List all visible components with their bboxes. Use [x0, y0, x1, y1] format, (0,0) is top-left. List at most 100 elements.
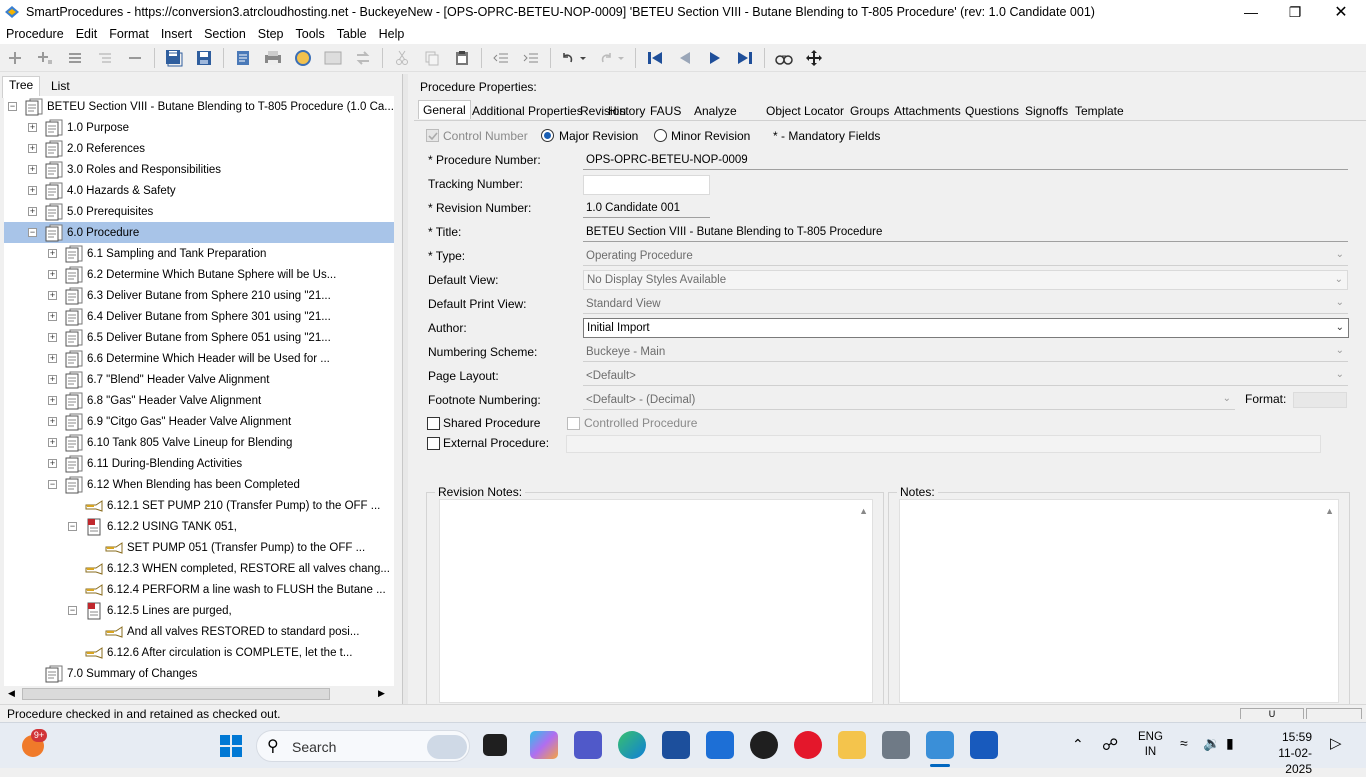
outdent-button[interactable]	[491, 48, 511, 68]
expand-icon[interactable]: +	[48, 249, 57, 258]
external-procedure-field[interactable]	[566, 435, 1321, 453]
scroll-up-icon[interactable]: ▲	[859, 506, 868, 516]
menu-help[interactable]: Help	[373, 27, 411, 41]
tree-item[interactable]: 3.0 Roles and Responsibilities	[44, 159, 221, 180]
clock[interactable]: 15:59 11-02-2025	[1256, 729, 1312, 777]
taskbar-search[interactable]: ⚲ Search	[256, 730, 470, 762]
tree-item[interactable]: 6.6 Determine Which Header will be Used …	[64, 348, 330, 369]
volume-icon[interactable]: 🔉	[1203, 735, 1220, 752]
page-layout-select[interactable]: <Default> ⌄	[583, 366, 1348, 386]
tree-item[interactable]: 6.12.5 Lines are purged,	[84, 600, 232, 621]
tree-item[interactable]: And all valves RESTORED to standard posi…	[104, 621, 359, 642]
copilot-icon[interactable]	[530, 731, 558, 759]
tab-additional-properties[interactable]: Additional Properties	[468, 102, 587, 120]
scroll-right-icon[interactable]: ▶	[378, 688, 385, 699]
windows-start-icon[interactable]	[220, 735, 242, 757]
tree-item[interactable]: 5.0 Prerequisites	[44, 201, 153, 222]
procedure-tree[interactable]: − BETEU Section VIII - Butane Blending to…	[4, 96, 394, 686]
tree-item[interactable]: 6.5 Deliver Butane from Sphere 051 using…	[64, 327, 331, 348]
close-button[interactable]: ✕	[1318, 0, 1364, 24]
indent-list-button[interactable]	[95, 48, 115, 68]
tab-general[interactable]: General	[418, 100, 471, 119]
tab-list[interactable]: List	[45, 78, 76, 94]
format-field[interactable]	[1293, 392, 1347, 408]
numbering-scheme-select[interactable]: Buckeye - Main ⌄	[583, 342, 1348, 362]
edge-icon[interactable]	[618, 731, 646, 759]
redo-button[interactable]	[598, 48, 626, 68]
notes-textarea[interactable]: ▲	[899, 499, 1339, 703]
collapse-icon[interactable]: −	[68, 606, 77, 615]
print-preview-button[interactable]	[233, 48, 253, 68]
tree-item[interactable]: 6.12.1 SET PUMP 210 (Transfer Pump) to t…	[84, 495, 380, 516]
expand-icon[interactable]: +	[28, 207, 37, 216]
battery-icon[interactable]: ▮	[1226, 735, 1234, 752]
tree-item[interactable]: 2.0 References	[44, 138, 145, 159]
dell-icon[interactable]	[750, 731, 778, 759]
title-field[interactable]: BETEU Section VIII - Butane Blending to …	[583, 222, 1348, 242]
tab-analyze[interactable]: Analyze	[690, 102, 741, 120]
first-button[interactable]	[645, 48, 665, 68]
tree-horizontal-scrollbar[interactable]: ◀ ▶	[4, 686, 394, 702]
tab-template[interactable]: Template	[1071, 102, 1128, 120]
expand-icon[interactable]: +	[28, 186, 37, 195]
collapse-icon[interactable]: −	[68, 522, 77, 531]
smartprocedures-taskbar-icon[interactable]	[926, 731, 954, 759]
form-button[interactable]	[323, 48, 343, 68]
tab-tree[interactable]: Tree	[2, 76, 41, 98]
collapse-icon[interactable]: −	[48, 480, 57, 489]
controlled-procedure-checkbox[interactable]	[567, 417, 580, 430]
teams-icon[interactable]	[574, 731, 602, 759]
default-print-view-select[interactable]: Standard View ⌄	[583, 294, 1348, 314]
save-all-button[interactable]	[164, 48, 184, 68]
menu-tools[interactable]: Tools	[290, 27, 331, 41]
chevron-up-icon[interactable]: ⌃	[1072, 736, 1084, 753]
paste-button[interactable]	[452, 48, 472, 68]
remove-button[interactable]	[125, 48, 145, 68]
expand-icon[interactable]: +	[28, 165, 37, 174]
tab-attachments[interactable]: Attachments	[890, 102, 965, 120]
print-button[interactable]	[263, 48, 283, 68]
copy-button[interactable]	[422, 48, 442, 68]
tree-item[interactable]: 6.7 "Blend" Header Valve Alignment	[64, 369, 269, 390]
tree-item[interactable]: 6.12.3 WHEN completed, RESTORE all valve…	[84, 558, 390, 579]
transfer-button[interactable]	[353, 48, 373, 68]
tracking-number-field[interactable]	[583, 175, 710, 195]
expand-icon[interactable]: +	[48, 333, 57, 342]
tab-questions[interactable]: Questions	[961, 102, 1023, 120]
move-button[interactable]	[804, 48, 824, 68]
tree-item[interactable]: 1.0 Purpose	[44, 117, 129, 138]
tree-item[interactable]: 6.12 When Blending has been Completed	[64, 474, 300, 495]
tree-item[interactable]: 6.0 Procedure	[44, 222, 139, 243]
menu-step[interactable]: Step	[252, 27, 290, 41]
app-icon[interactable]	[882, 731, 910, 759]
scroll-thumb[interactable]	[22, 688, 330, 700]
tree-item[interactable]: 6.2 Determine Which Butane Sphere will b…	[64, 264, 336, 285]
default-view-select[interactable]: No Display Styles Available ⌄	[583, 270, 1348, 290]
tab-groups[interactable]: Groups	[846, 102, 893, 120]
type-select[interactable]: Operating Procedure ⌄	[583, 246, 1348, 266]
expand-icon[interactable]: +	[28, 144, 37, 153]
find-button[interactable]	[774, 48, 794, 68]
wifi-icon[interactable]: ≈	[1180, 735, 1188, 751]
scroll-left-icon[interactable]: ◀	[8, 688, 15, 699]
control-number-checkbox[interactable]	[426, 129, 439, 142]
add-child-button[interactable]	[35, 48, 55, 68]
expand-icon[interactable]: +	[48, 312, 57, 321]
menu-edit[interactable]: Edit	[70, 27, 104, 41]
last-button[interactable]	[735, 48, 755, 68]
add-button[interactable]	[5, 48, 25, 68]
next-button[interactable]	[705, 48, 725, 68]
scroll-up-icon[interactable]: ▲	[1325, 506, 1334, 516]
collapse-icon[interactable]: −	[28, 228, 37, 237]
remote-desktop-icon[interactable]	[706, 731, 734, 759]
expand-icon[interactable]: +	[48, 375, 57, 384]
expand-icon[interactable]: +	[48, 459, 57, 468]
language-indicator[interactable]: ENG IN	[1138, 730, 1163, 760]
expand-icon[interactable]: +	[28, 123, 37, 132]
procedure-number-field[interactable]: OPS-OPRC-BETEU-NOP-0009	[583, 150, 1348, 170]
tab-history[interactable]: History	[604, 102, 649, 120]
indent-button[interactable]	[521, 48, 541, 68]
tree-item[interactable]: 7.0 Summary of Changes	[44, 663, 197, 684]
tree-item[interactable]: 6.3 Deliver Butane from Sphere 210 using…	[64, 285, 331, 306]
panel-splitter[interactable]	[402, 74, 408, 704]
